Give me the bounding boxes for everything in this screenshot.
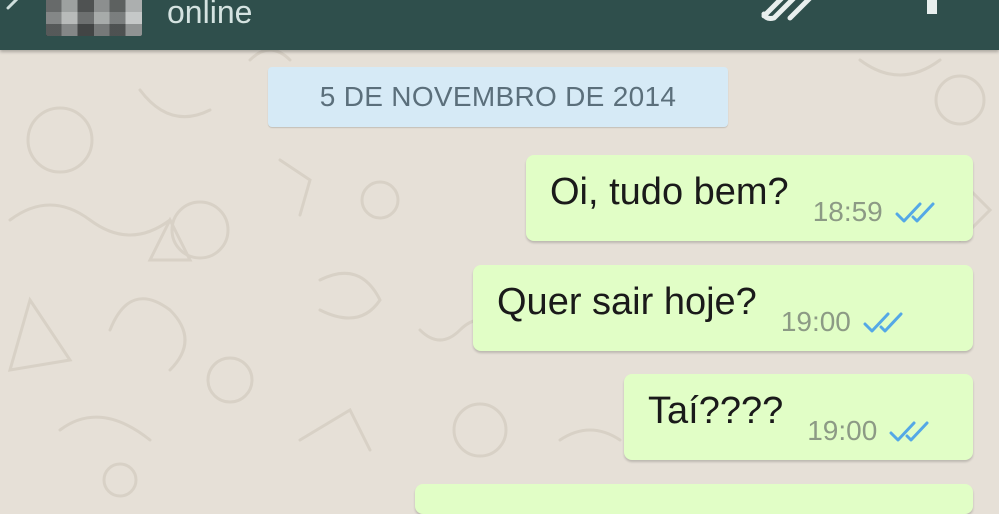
double-check-icon (895, 202, 935, 223)
message-text: Quer sair hoje? (497, 280, 757, 323)
message-time: 18:59 (812, 196, 883, 227)
message-bubble[interactable]: Taí???? 19:00 (624, 374, 973, 460)
message-time: 19:00 (780, 306, 851, 337)
message-time: 19:00 (807, 415, 878, 446)
message-meta: 19:00 (781, 306, 907, 338)
message-bubble[interactable]: Quer sair hoje? 19:00 (473, 265, 973, 351)
message-bubble-partial[interactable] (415, 484, 973, 514)
contact-status: online (167, 0, 253, 30)
message-meta: 18:59 (813, 196, 939, 228)
double-check-icon (889, 421, 929, 442)
contact-avatar[interactable] (46, 0, 142, 36)
chat-header: online (0, 0, 999, 50)
overflow-menu-icon[interactable] (922, 0, 942, 16)
date-divider: 5 DE NOVEMBRO DE 2014 (268, 67, 728, 127)
message-text: Taí???? (648, 389, 784, 432)
message-meta: 19:00 (807, 415, 933, 447)
message-text: Oi, tudo bem? (550, 170, 789, 213)
double-check-icon (863, 312, 903, 333)
message-bubble[interactable]: Oi, tudo bem? 18:59 (526, 155, 973, 241)
back-arrow-icon[interactable] (2, 0, 24, 18)
paperclip-icon[interactable] (760, 0, 818, 22)
